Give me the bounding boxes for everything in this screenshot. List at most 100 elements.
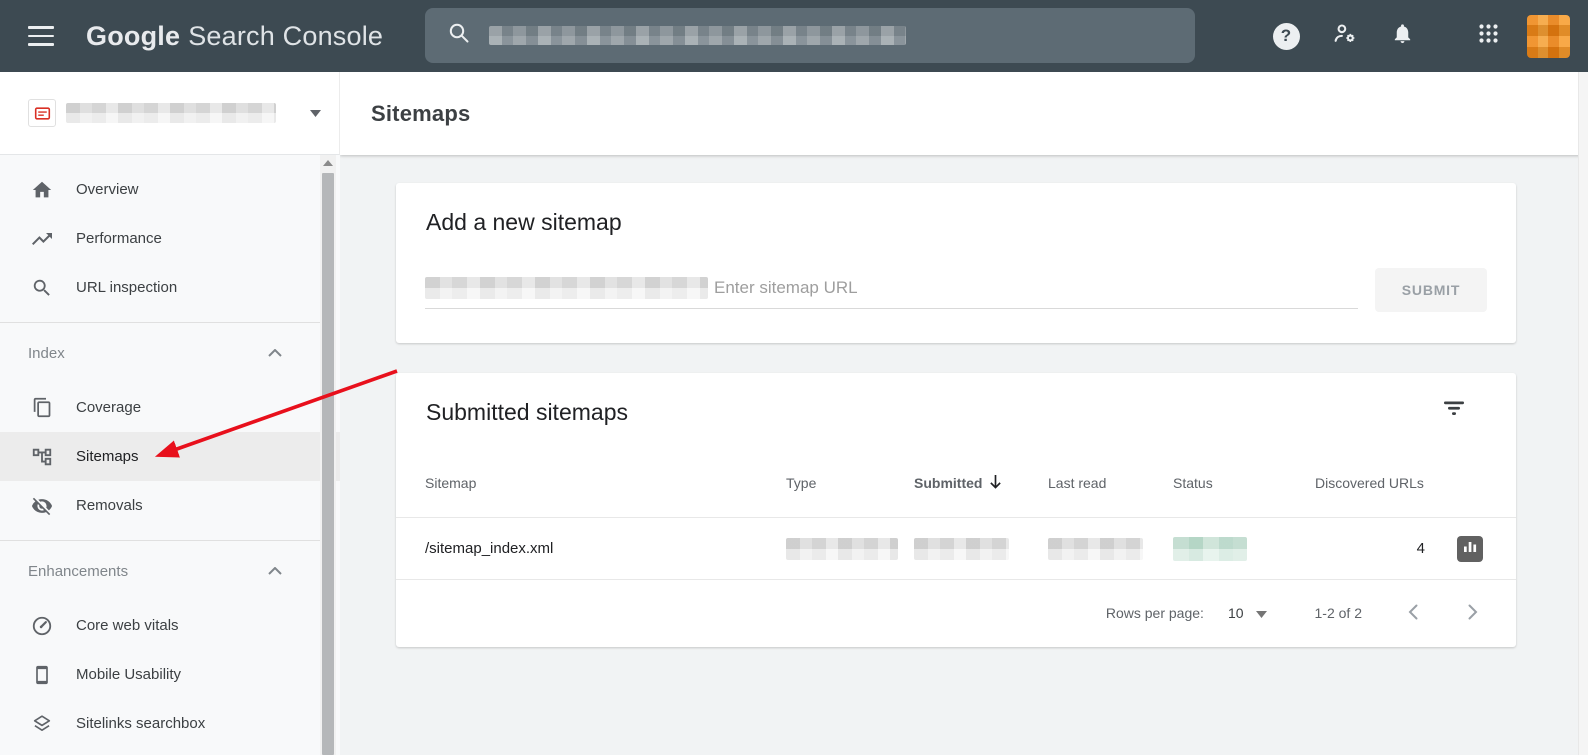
sidebar-section-enhancements[interactable]: Enhancements bbox=[0, 541, 340, 601]
previous-page-button[interactable] bbox=[1404, 600, 1422, 627]
account-avatar[interactable] bbox=[1527, 14, 1570, 58]
sidebar-item-mobile-usability[interactable]: Mobile Usability bbox=[0, 650, 340, 699]
sitemap-url-input[interactable] bbox=[714, 277, 1358, 298]
pages-copy-icon bbox=[30, 397, 54, 418]
section-label: Index bbox=[28, 344, 65, 362]
topbar-actions: ? bbox=[1265, 0, 1570, 72]
sidebar-item-label: Overview bbox=[76, 181, 139, 198]
row-actions bbox=[1425, 535, 1516, 562]
column-header-last-read: Last read bbox=[1048, 475, 1107, 491]
inspect-url-search-bar[interactable] bbox=[425, 8, 1195, 63]
sidebar-item-label: Mobile Usability bbox=[76, 666, 182, 683]
filter-button[interactable] bbox=[1440, 397, 1468, 425]
sidebar-item-removals[interactable]: Removals bbox=[0, 481, 340, 530]
submit-button[interactable]: SUBMIT bbox=[1375, 268, 1487, 312]
sort-descending-arrow-icon bbox=[989, 474, 1002, 492]
rows-per-page-select[interactable]: 10 bbox=[1228, 605, 1267, 621]
page-scrollbar[interactable] bbox=[1578, 72, 1588, 755]
column-header-label: Submitted bbox=[914, 475, 983, 491]
content-area: Add a new sitemap SUBMIT Submitted sitem… bbox=[340, 155, 1588, 755]
submitted-sitemaps-title: Submitted sitemaps bbox=[426, 399, 628, 425]
column-header-type: Type bbox=[786, 475, 817, 491]
sidebar-nav: Overview Performance URL inspection Inde… bbox=[0, 155, 340, 755]
visibility-off-icon bbox=[30, 495, 54, 517]
see-index-coverage-button[interactable] bbox=[1457, 535, 1483, 562]
help-button[interactable]: ? bbox=[1265, 15, 1307, 57]
redacted-type-cell bbox=[786, 537, 898, 560]
sidebar-scrollbar[interactable] bbox=[320, 155, 336, 755]
chevron-up-icon bbox=[268, 562, 282, 580]
table-header-row: Sitemap Type Submitted Last read Status … bbox=[396, 449, 1516, 517]
sidebar-item-label: Sitelinks searchbox bbox=[76, 715, 206, 732]
redacted-property-name bbox=[66, 103, 276, 123]
scrollbar-thumb[interactable] bbox=[322, 173, 334, 755]
chevron-down-icon bbox=[310, 104, 321, 122]
user-settings-button[interactable] bbox=[1323, 15, 1365, 57]
sitemap-url-field bbox=[425, 267, 1358, 309]
app-logo: Google Search Console bbox=[86, 21, 383, 52]
redacted-submitted-date-cell bbox=[914, 537, 1009, 560]
sidebar-item-label: Coverage bbox=[76, 399, 142, 416]
next-page-button[interactable] bbox=[1464, 600, 1482, 627]
chevron-left-icon bbox=[1408, 604, 1418, 623]
magnifier-icon bbox=[30, 277, 54, 299]
google-apps-button[interactable] bbox=[1467, 15, 1509, 57]
speedometer-icon bbox=[30, 615, 54, 637]
chevron-down-icon bbox=[1255, 605, 1267, 621]
chevron-right-icon bbox=[1468, 604, 1478, 623]
submitted-sitemaps-header: Submitted sitemaps bbox=[396, 373, 1516, 449]
rows-per-page-value: 10 bbox=[1227, 605, 1244, 621]
sidebar-item-sitelinks-searchbox[interactable]: Sitelinks searchbox bbox=[0, 699, 340, 748]
layers-icon bbox=[30, 713, 54, 735]
sidebar-item-coverage[interactable]: Coverage bbox=[0, 383, 340, 432]
manage-accounts-icon bbox=[1331, 21, 1358, 51]
sidebar: Overview Performance URL inspection Inde… bbox=[0, 72, 340, 755]
sidebar-item-label: Removals bbox=[76, 497, 143, 514]
property-selector[interactable] bbox=[0, 72, 340, 155]
bell-icon bbox=[1391, 22, 1414, 50]
sidebar-item-label: Core web vitals bbox=[76, 617, 179, 634]
column-header-sitemap: Sitemap bbox=[425, 475, 477, 491]
trending-up-icon bbox=[30, 227, 54, 251]
pagination-bar: Rows per page: 10 1-2 of 2 bbox=[396, 580, 1516, 646]
apps-grid-icon bbox=[1478, 23, 1499, 49]
filter-icon bbox=[1444, 401, 1464, 421]
property-favicon-icon bbox=[28, 99, 56, 127]
notifications-button[interactable] bbox=[1381, 15, 1423, 57]
chevron-up-icon bbox=[268, 344, 282, 362]
sitemap-path-cell[interactable]: /sitemap_index.xml bbox=[425, 540, 786, 557]
page-header: Sitemaps bbox=[340, 72, 1588, 155]
help-glyph: ? bbox=[1280, 26, 1292, 45]
logo-product-text: Search Console bbox=[188, 20, 384, 51]
page-title: Sitemaps bbox=[371, 100, 471, 126]
sidebar-item-sitemaps[interactable]: Sitemaps bbox=[0, 432, 340, 481]
smartphone-icon bbox=[30, 664, 54, 686]
sidebar-item-label: Sitemaps bbox=[76, 448, 139, 465]
rows-per-page-label: Rows per page: bbox=[1105, 605, 1204, 621]
sidebar-item-performance[interactable]: Performance bbox=[0, 214, 340, 263]
sidebar-item-url-inspection[interactable]: URL inspection bbox=[0, 263, 340, 312]
search-icon bbox=[447, 21, 471, 50]
scrollbar-up-arrow-icon[interactable] bbox=[320, 155, 336, 171]
submitted-sitemaps-card: Submitted sitemaps Sitemap Type Submitte… bbox=[396, 373, 1516, 647]
google-search-console-app: { "topbar": { "logo_primary": "Google", … bbox=[0, 0, 1588, 755]
sidebar-item-core-web-vitals[interactable]: Core web vitals bbox=[0, 601, 340, 650]
add-sitemap-card: Add a new sitemap SUBMIT bbox=[396, 183, 1516, 343]
sitemap-tree-icon bbox=[30, 446, 54, 468]
redacted-site-url-prefix bbox=[425, 276, 708, 299]
discovered-urls-cell: 4 bbox=[1416, 540, 1425, 557]
section-label: Enhancements bbox=[28, 562, 129, 580]
help-icon: ? bbox=[1272, 22, 1300, 50]
redacted-last-read-cell bbox=[1048, 537, 1143, 560]
table-row[interactable]: /sitemap_index.xml 4 bbox=[396, 517, 1516, 580]
sidebar-section-index[interactable]: Index bbox=[0, 323, 340, 383]
topbar: Google Search Console ? bbox=[0, 0, 1588, 72]
hamburger-menu-icon[interactable] bbox=[28, 26, 54, 46]
redacted-search-query bbox=[489, 26, 906, 45]
logo-google-text: Google bbox=[86, 20, 181, 51]
sidebar-item-overview[interactable]: Overview bbox=[0, 165, 340, 214]
bar-chart-icon bbox=[1463, 539, 1477, 558]
add-sitemap-title: Add a new sitemap bbox=[426, 209, 622, 235]
column-header-submitted[interactable]: Submitted bbox=[914, 474, 1048, 492]
pagination-range: 1-2 of 2 bbox=[1314, 605, 1362, 621]
